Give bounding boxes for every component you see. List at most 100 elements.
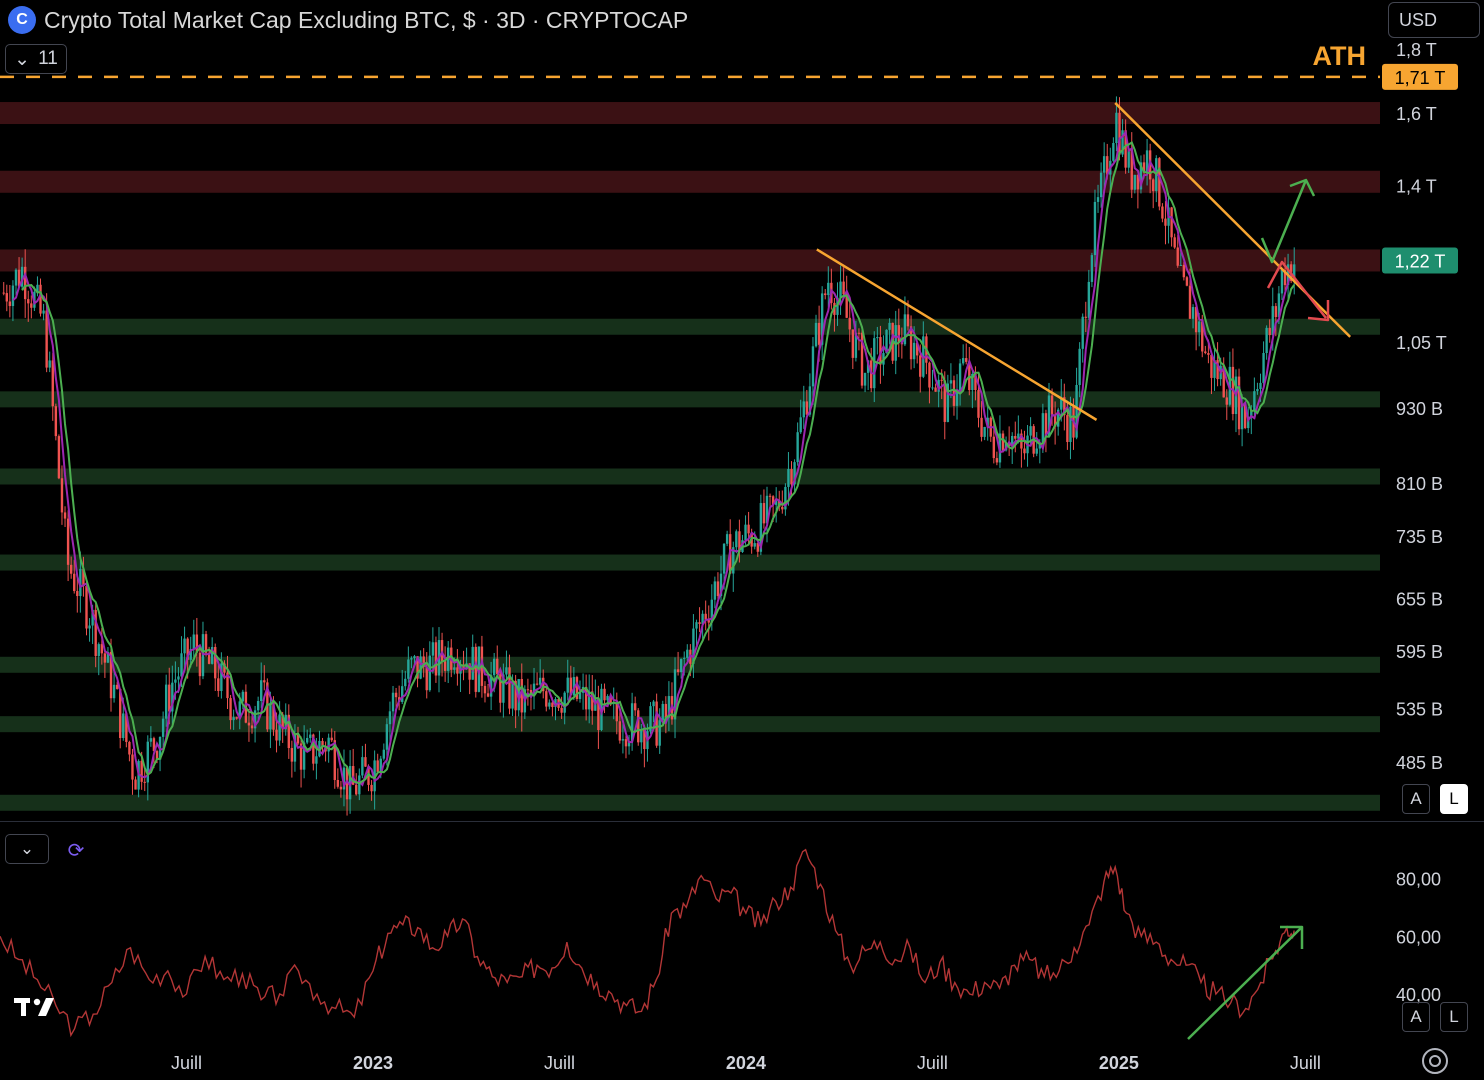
candle-body xyxy=(912,342,916,360)
candle-body xyxy=(1035,448,1038,454)
rsi-log-scale-button[interactable]: L xyxy=(1440,1002,1468,1032)
candle-body xyxy=(269,702,272,730)
candle-body xyxy=(1256,389,1259,392)
candle-body xyxy=(603,688,606,701)
candle-body xyxy=(1179,264,1183,266)
candle-body xyxy=(76,591,79,597)
candle-body xyxy=(977,390,980,418)
log-scale-button[interactable]: L xyxy=(1440,784,1468,814)
price-chart[interactable]: ATH 1,8 T 1,6 T 1,4 T 1,05 T 930 B 810 B 735 B 6… xyxy=(0,0,1484,821)
resistance-zone xyxy=(0,249,1380,272)
candle-body xyxy=(471,646,474,680)
candle-body xyxy=(453,667,456,670)
candle-body xyxy=(407,659,410,679)
candle-body xyxy=(164,684,168,719)
candles xyxy=(2,96,1296,816)
candle-body xyxy=(305,737,309,743)
candle-body xyxy=(1188,285,1192,319)
candle-body xyxy=(339,786,343,790)
candle-body xyxy=(51,360,54,407)
candle-body xyxy=(474,646,477,692)
candle-body xyxy=(1161,206,1164,219)
price-tick-label: 810 B xyxy=(1396,474,1443,494)
candle-body xyxy=(1191,307,1195,319)
candle-body xyxy=(198,652,202,677)
candle-body xyxy=(655,701,658,746)
candle-body xyxy=(256,701,260,711)
candle-body xyxy=(250,725,254,729)
candle-body xyxy=(8,301,12,307)
candle-body xyxy=(618,721,622,741)
candle-body xyxy=(787,468,790,487)
candle-body xyxy=(263,680,266,683)
candle-body xyxy=(1268,327,1271,336)
candle-body xyxy=(753,543,756,547)
candle-body xyxy=(241,691,245,702)
rsi-chart[interactable]: 80,0060,0040,00Juill 2023 Juill 2024 Juill 20… xyxy=(0,821,1484,1080)
price-tick-label: 1,4 T xyxy=(1396,177,1437,197)
candle-body xyxy=(1001,433,1005,451)
support-zone xyxy=(0,554,1380,571)
candle-body xyxy=(1081,316,1084,349)
rsi-auto-scale-button[interactable]: A xyxy=(1402,1002,1430,1032)
candle-body xyxy=(1158,158,1161,207)
settings-icon[interactable] xyxy=(1422,1048,1448,1074)
auto-scale-button[interactable]: A xyxy=(1402,784,1430,814)
candle-body xyxy=(355,784,358,795)
candle-body xyxy=(814,322,818,347)
candle-body xyxy=(1014,435,1017,439)
candle-body xyxy=(658,720,661,746)
candle-body xyxy=(42,310,45,314)
candle-body xyxy=(1078,348,1081,385)
ath-label: ATH xyxy=(1313,41,1367,71)
candle-body xyxy=(180,653,183,677)
candle-body xyxy=(1112,142,1115,161)
candle-body xyxy=(505,667,508,675)
candle-body xyxy=(11,285,15,307)
candle-body xyxy=(69,564,73,574)
candle-body xyxy=(410,658,413,660)
candle-body xyxy=(247,722,251,726)
candle-body xyxy=(934,387,937,392)
time-tick-label: Juill xyxy=(171,1053,202,1073)
candle-body xyxy=(290,748,294,762)
candle-body xyxy=(192,634,195,650)
candle-body xyxy=(57,436,61,479)
candle-body xyxy=(870,360,873,389)
candle-body xyxy=(88,625,91,629)
candle-body xyxy=(217,678,220,691)
candle-body xyxy=(1237,376,1241,430)
candle-body xyxy=(652,701,655,707)
candle-body xyxy=(940,379,943,381)
candle-body xyxy=(1253,391,1256,411)
candle-body xyxy=(434,642,438,676)
candle-body xyxy=(39,284,42,314)
candle-body xyxy=(492,658,496,676)
candle-body xyxy=(1133,174,1137,190)
candle-body xyxy=(842,281,845,295)
candle-body xyxy=(122,713,125,739)
candle-body xyxy=(177,676,180,680)
candle-body xyxy=(888,322,891,330)
candle-body xyxy=(827,282,830,296)
candle-body xyxy=(134,779,137,790)
rsi-line xyxy=(0,848,1295,1038)
candle-body xyxy=(768,495,772,497)
candle-body xyxy=(140,760,143,782)
candle-body xyxy=(781,506,784,510)
candle-body xyxy=(1176,247,1179,266)
candle-body xyxy=(168,684,171,712)
candle-body xyxy=(391,692,395,712)
time-tick-label: Juill xyxy=(917,1053,948,1073)
time-tick-label: 2023 xyxy=(353,1053,393,1073)
resistance-zone xyxy=(0,102,1380,125)
candle-body xyxy=(906,314,910,327)
candle-body xyxy=(683,657,686,659)
candle-body xyxy=(992,436,996,459)
candle-body xyxy=(661,703,664,721)
candle-body xyxy=(361,757,364,776)
support-zone xyxy=(0,794,1380,811)
candle-body xyxy=(1102,156,1106,173)
candle-body xyxy=(23,266,27,300)
candle-body xyxy=(725,534,729,544)
